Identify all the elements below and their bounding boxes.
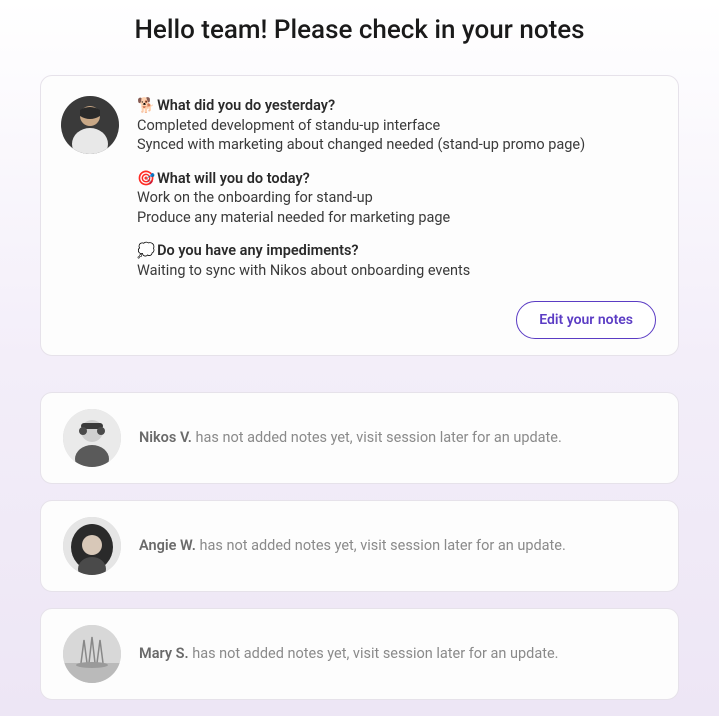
avatar-image-icon [61, 96, 119, 154]
card-footer: Edit your notes [61, 301, 656, 339]
thought-emoji-icon: 💭 [137, 242, 155, 259]
notes-content: 🐕What did you do yesterday? Completed de… [137, 96, 656, 281]
avatar-image-icon [63, 517, 121, 575]
question-label: What will you do today? [157, 170, 310, 187]
avatar [63, 625, 121, 683]
pending-name: Angie W. [139, 537, 196, 554]
answer-line: Produce any material needed for marketin… [137, 208, 656, 228]
note-section-today: 🎯What will you do today? Work on the onb… [137, 169, 656, 228]
avatar [63, 409, 121, 467]
avatar-image-icon [63, 409, 121, 467]
question-label: What did you do yesterday? [157, 97, 335, 114]
pending-message: has not added notes yet, visit session l… [196, 537, 566, 554]
avatar [61, 96, 119, 154]
answer-line: Waiting to sync with Nikos about onboard… [137, 261, 656, 281]
pending-text: Mary S. has not added notes yet, visit s… [139, 645, 559, 662]
question-row: 🎯What will you do today? [137, 169, 656, 189]
pending-text: Angie W. has not added notes yet, visit … [139, 537, 566, 554]
pending-text: Nikos V. has not added notes yet, visit … [139, 429, 562, 446]
pending-card-nikos: Nikos V. has not added notes yet, visit … [40, 392, 679, 484]
note-section-yesterday: 🐕What did you do yesterday? Completed de… [137, 96, 656, 155]
dog-emoji-icon: 🐕 [137, 97, 155, 114]
pending-card-mary: Mary S. has not added notes yet, visit s… [40, 608, 679, 700]
my-notes-card: 🐕What did you do yesterday? Completed de… [40, 75, 679, 356]
pending-message: has not added notes yet, visit session l… [189, 645, 559, 662]
note-section-impediments: 💭Do you have any impediments? Waiting to… [137, 241, 656, 280]
avatar-image-icon [63, 625, 121, 683]
content-container: 🐕What did you do yesterday? Completed de… [0, 75, 719, 700]
pending-message: has not added notes yet, visit session l… [192, 429, 562, 446]
answer-line: Completed development of standu-up inter… [137, 116, 656, 136]
pending-name: Nikos V. [139, 429, 192, 446]
pending-name: Mary S. [139, 645, 189, 662]
page-title: Hello team! Please check in your notes [0, 15, 719, 45]
avatar [63, 517, 121, 575]
pending-card-angie: Angie W. has not added notes yet, visit … [40, 500, 679, 592]
my-notes-body: 🐕What did you do yesterday? Completed de… [61, 96, 656, 281]
question-row: 🐕What did you do yesterday? [137, 96, 656, 116]
target-emoji-icon: 🎯 [137, 170, 155, 187]
question-row: 💭Do you have any impediments? [137, 241, 656, 261]
edit-notes-button[interactable]: Edit your notes [516, 301, 656, 339]
question-label: Do you have any impediments? [157, 242, 359, 259]
answer-line: Synced with marketing about changed need… [137, 135, 656, 155]
answer-line: Work on the onboarding for stand-up [137, 188, 656, 208]
